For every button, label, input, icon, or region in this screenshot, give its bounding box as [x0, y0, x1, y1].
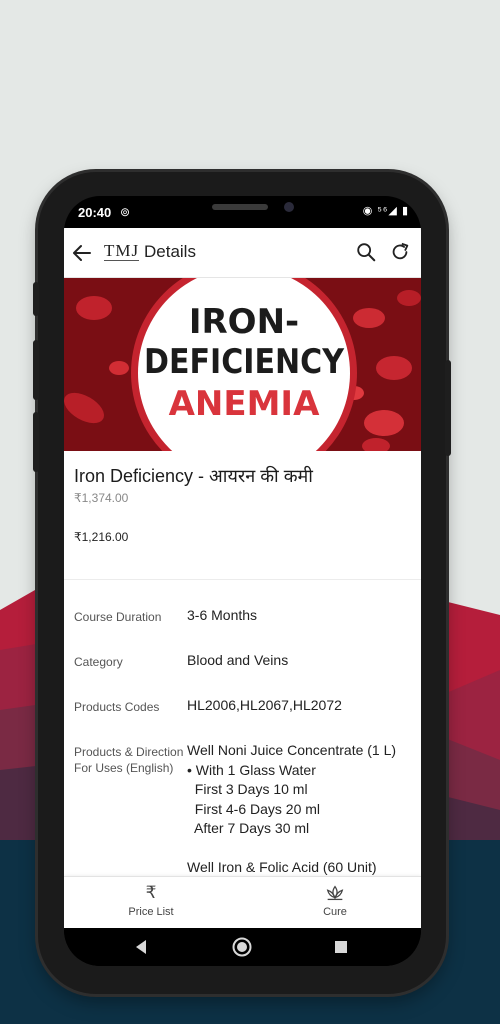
camera-notch [142, 196, 344, 224]
system-recents-icon[interactable] [334, 940, 348, 954]
bottom-navigation: ₹ Price List Cure [64, 876, 421, 928]
product-name: Iron Deficiency - आयरन की कमी [74, 466, 313, 486]
phone-volume-up-button [33, 340, 39, 400]
system-home-icon[interactable] [232, 937, 252, 957]
nav-price-list-label: Price List [128, 906, 174, 918]
banner-title-anemia: ANEMIA [169, 384, 320, 424]
nav-cure[interactable]: Cure [275, 883, 395, 918]
front-camera [284, 202, 294, 212]
nav-cure-label: Cure [323, 906, 347, 918]
app-content: TMJ Details IRON- DEFICIENCY ANEMIA Iron… [64, 228, 421, 928]
page-title: Details [144, 242, 196, 261]
discounted-price: ₹1,216.00 [74, 530, 129, 544]
product-banner-image: IRON- DEFICIENCY ANEMIA [64, 278, 421, 451]
banner-title-deficiency: DEFICIENCY [144, 342, 344, 382]
status-bar: 20:40 ⊚ ◉ ⁵⁶◢ ▮ [64, 196, 421, 228]
phone-side-button [33, 282, 39, 316]
course-duration-value: 3-6 Months [187, 607, 258, 623]
speaker-grille [212, 204, 268, 210]
original-price: ₹1,374.00 [74, 491, 129, 505]
lotus-icon [326, 885, 344, 901]
back-arrow-icon[interactable] [70, 241, 94, 265]
product-codes-label: Products Codes [74, 700, 160, 714]
divider [64, 579, 421, 580]
rupee-icon: ₹ [145, 883, 157, 902]
product-directions-value: Well Noni Juice Concentrate (1 L) • With… [187, 742, 397, 875]
status-time: 20:40 [78, 205, 112, 220]
phone-volume-down-button [33, 412, 39, 472]
app-bar: TMJ Details [64, 228, 421, 278]
product-codes-value: HL2006,HL2067,HL2072 [187, 697, 342, 713]
tmj-logo: TMJ [104, 241, 140, 261]
phone-screen: 20:40 ⊚ ◉ ⁵⁶◢ ▮ TMJ Details IRON- DEFICI… [64, 196, 421, 966]
course-duration-label: Course Duration [74, 610, 162, 624]
banner-title-iron: IRON- [189, 302, 299, 342]
category-value: Blood and Veins [187, 652, 289, 668]
status-icons: ◉ ⁵⁶◢ ▮ [362, 205, 409, 217]
category-label: Category [74, 655, 123, 669]
refresh-icon[interactable] [389, 241, 411, 263]
system-navigation-bar [64, 928, 421, 966]
nav-price-list[interactable]: ₹ Price List [91, 883, 211, 918]
system-back-icon[interactable] [134, 939, 148, 955]
product-directions-label: Products & Direction For Uses (English) [74, 745, 184, 775]
sync-icon: ⊚ [120, 205, 131, 219]
phone-power-button [445, 360, 451, 456]
search-icon[interactable] [355, 241, 377, 263]
